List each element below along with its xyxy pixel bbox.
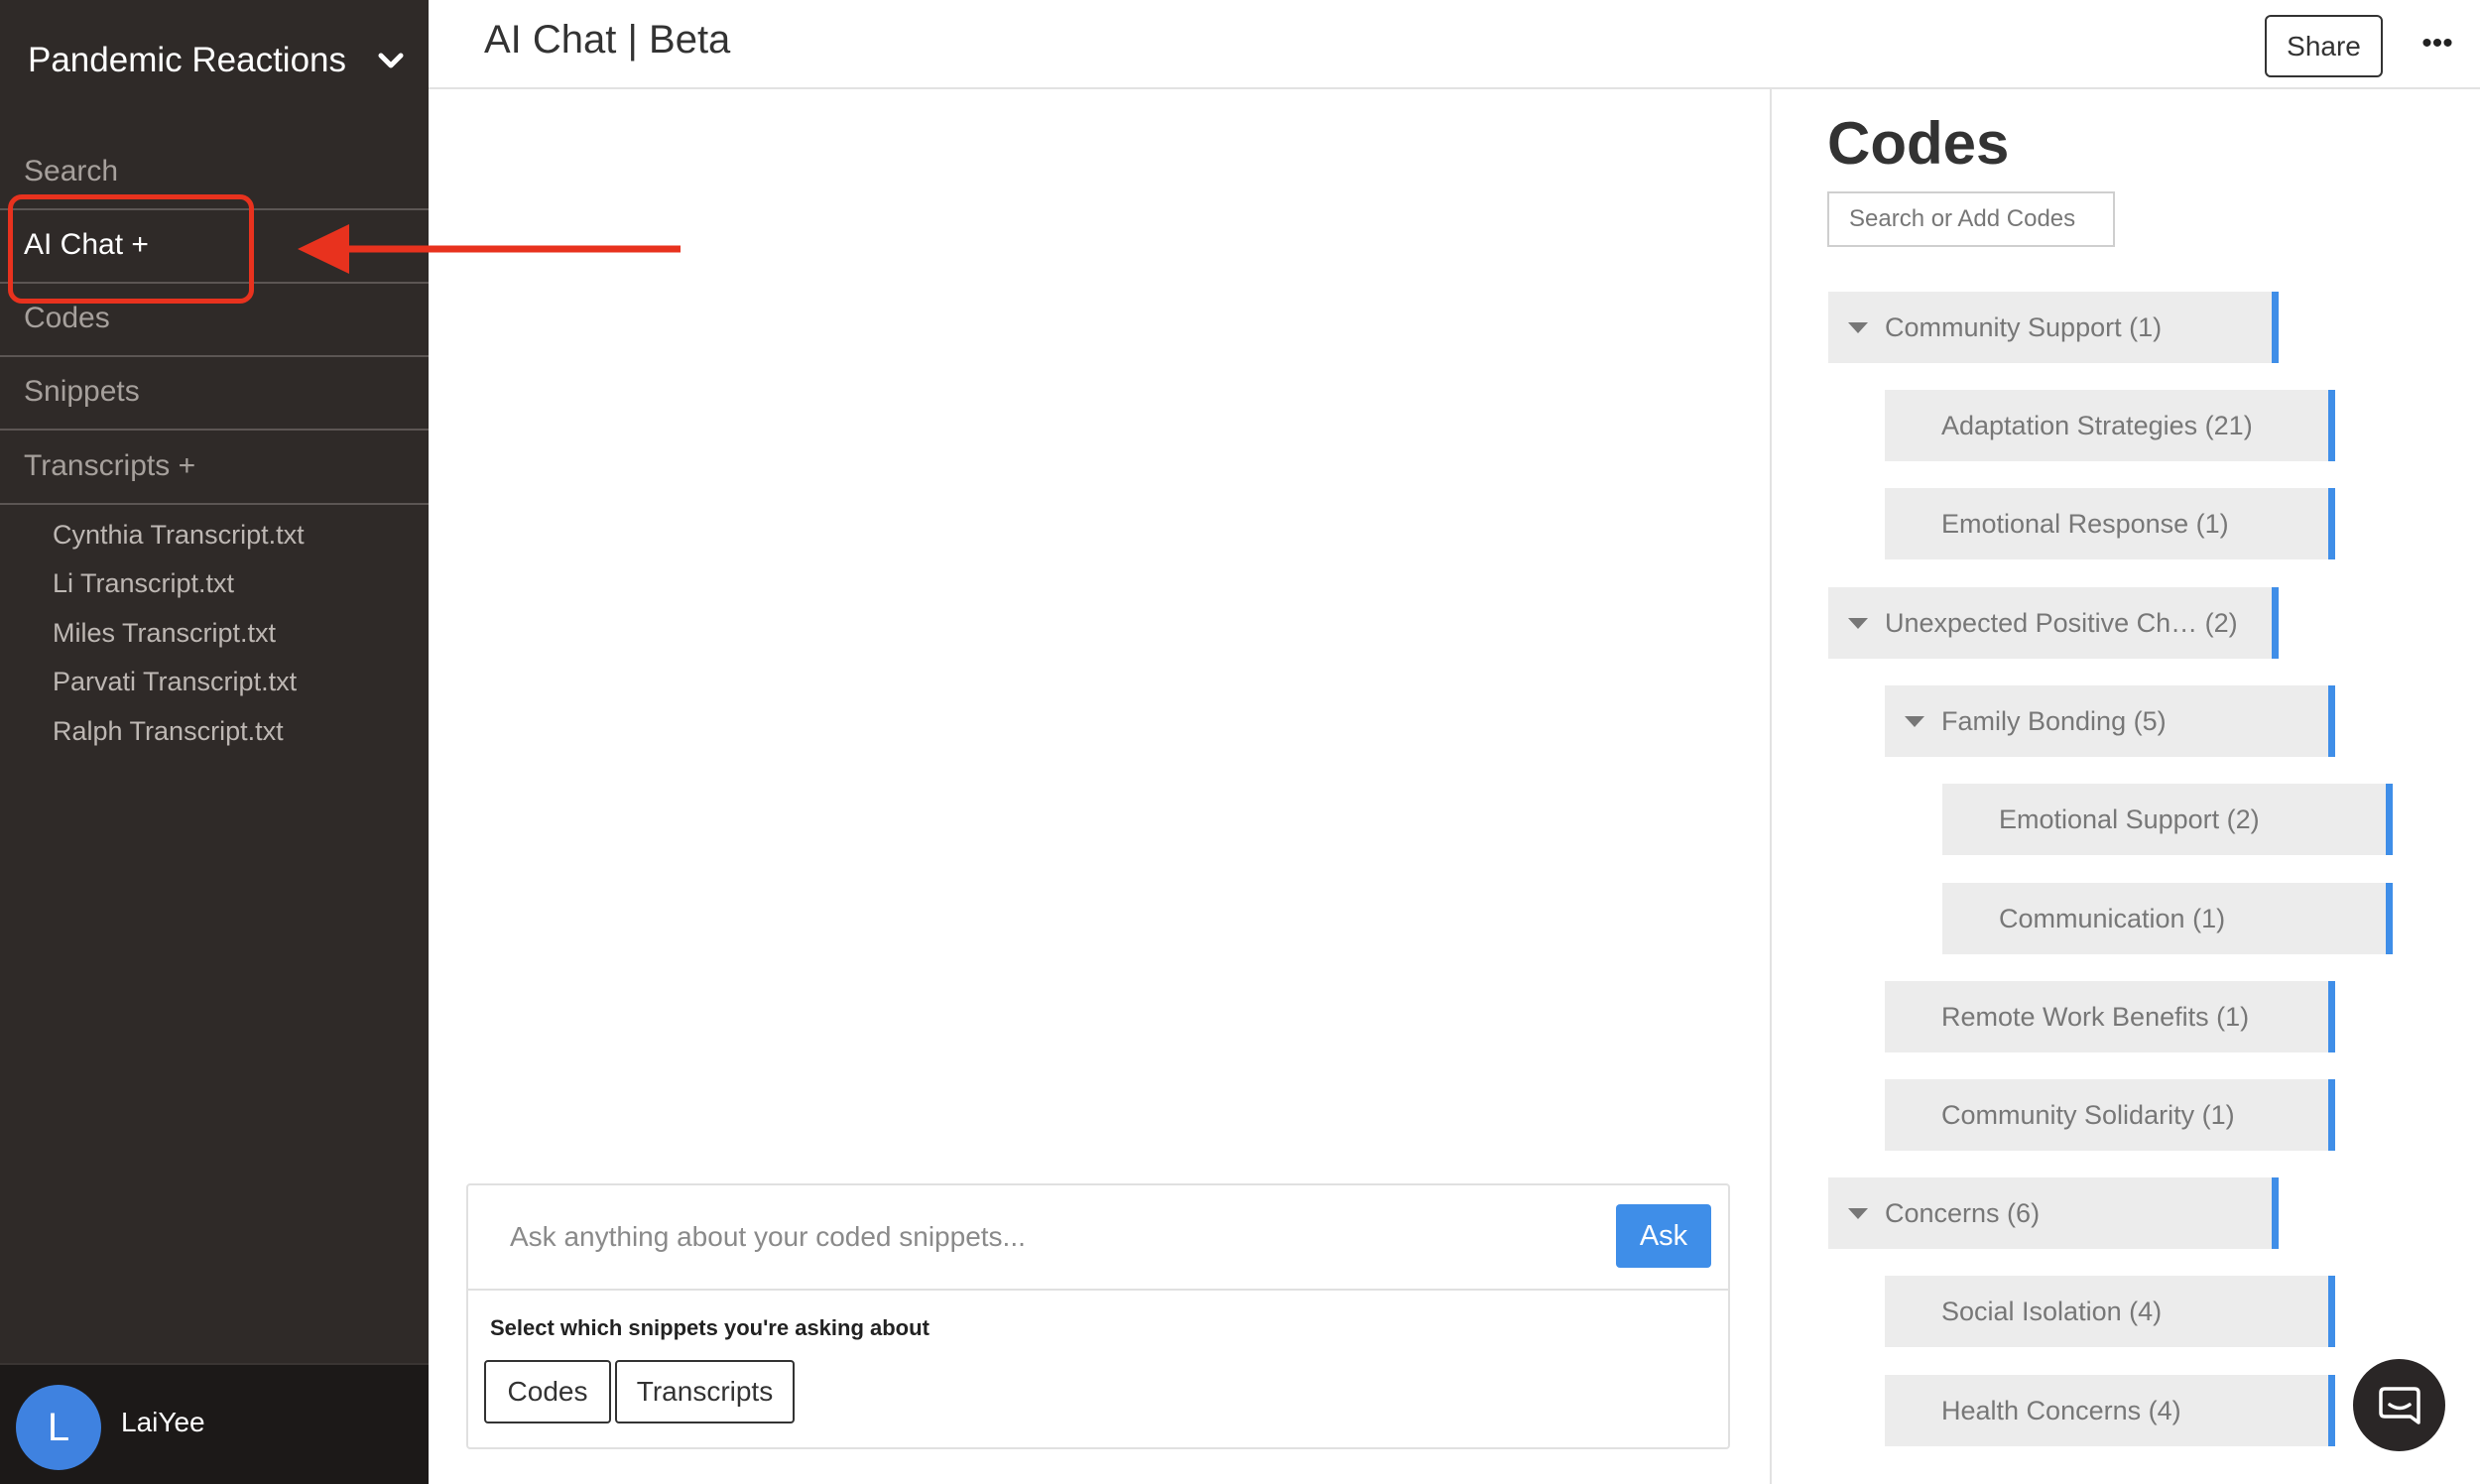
caret-down-icon[interactable] [1848,1208,1868,1219]
nav-divider [0,503,429,505]
caret-down-icon[interactable] [1905,716,1924,727]
transcript-file-item[interactable]: Cynthia Transcript.txt [53,520,305,551]
scope-codes-button[interactable]: Codes [484,1360,611,1423]
code-item[interactable]: Concerns (6) [1828,1177,2279,1249]
caret-down-icon[interactable] [1848,618,1868,629]
transcript-file-item[interactable]: Li Transcript.txt [53,568,234,599]
avatar: L [16,1385,101,1470]
user-name: LaiYee [121,1407,205,1437]
code-label: Community Solidarity (1) [1941,1099,2235,1130]
code-label: Community Support (1) [1885,311,2163,342]
chat-composer: Ask Select which snippets you're asking … [466,1183,1730,1449]
user-bar[interactable]: L LaiYee [0,1363,429,1484]
code-label: Family Bonding (5) [1941,705,2167,736]
code-item[interactable]: Community Support (1) [1828,292,2279,363]
code-label: Communication (1) [1999,903,2226,933]
code-label: Health Concerns (4) [1941,1395,2181,1425]
nav-transcripts[interactable]: Transcripts + [0,431,429,502]
divider [468,1289,1728,1291]
annotation-highlight-box [8,194,254,304]
more-options-icon[interactable]: ••• [2413,24,2462,63]
code-label: Adaptation Strategies (21) [1941,410,2253,440]
project-title: Pandemic Reactions [28,41,346,79]
code-label: Remote Work Benefits (1) [1941,1001,2250,1032]
ask-button[interactable]: Ask [1616,1204,1711,1268]
support-chat-button[interactable] [2353,1359,2445,1451]
code-label: Social Isolation (4) [1941,1296,2163,1326]
transcript-file-item[interactable]: Miles Transcript.txt [53,618,276,649]
top-header: AI Chat | Beta Share ••• [429,0,2480,89]
transcript-file-item[interactable]: Parvati Transcript.txt [53,667,297,697]
annotation-arrow-icon [298,224,681,274]
chat-bubble-icon [2378,1386,2420,1424]
code-item[interactable]: Communication (1) [1942,883,2393,954]
chevron-down-icon [378,53,404,68]
code-label: Emotional Support (2) [1999,804,2260,834]
codes-panel-title: Codes [1827,110,2010,177]
page-title: AI Chat | Beta [484,18,731,62]
code-label: Unexpected Positive Ch… (2) [1885,607,2238,638]
code-item[interactable]: Emotional Support (2) [1942,784,2393,855]
code-item[interactable]: Community Solidarity (1) [1885,1079,2335,1151]
code-item[interactable]: Adaptation Strategies (21) [1885,390,2335,461]
transcript-file-item[interactable]: Ralph Transcript.txt [53,716,284,747]
code-item[interactable]: Health Concerns (4) [1885,1375,2335,1446]
code-label: Emotional Response (1) [1941,508,2229,539]
caret-down-icon[interactable] [1848,322,1868,333]
code-item[interactable]: Remote Work Benefits (1) [1885,981,2335,1052]
code-item[interactable]: Social Isolation (4) [1885,1276,2335,1347]
code-label: Concerns (6) [1885,1197,2041,1228]
nav-snippets[interactable]: Snippets [0,356,429,428]
chat-input[interactable] [470,1187,1611,1287]
codes-search-input[interactable] [1827,191,2115,247]
code-item[interactable]: Emotional Response (1) [1885,488,2335,559]
snippet-scope-label: Select which snippets you're asking abou… [490,1315,930,1340]
project-switcher[interactable]: Pandemic Reactions [28,36,405,85]
code-item[interactable]: Unexpected Positive Ch… (2) [1828,587,2279,659]
scope-transcripts-button[interactable]: Transcripts [615,1360,795,1423]
code-item[interactable]: Family Bonding (5) [1885,685,2335,757]
share-button[interactable]: Share [2265,15,2383,77]
